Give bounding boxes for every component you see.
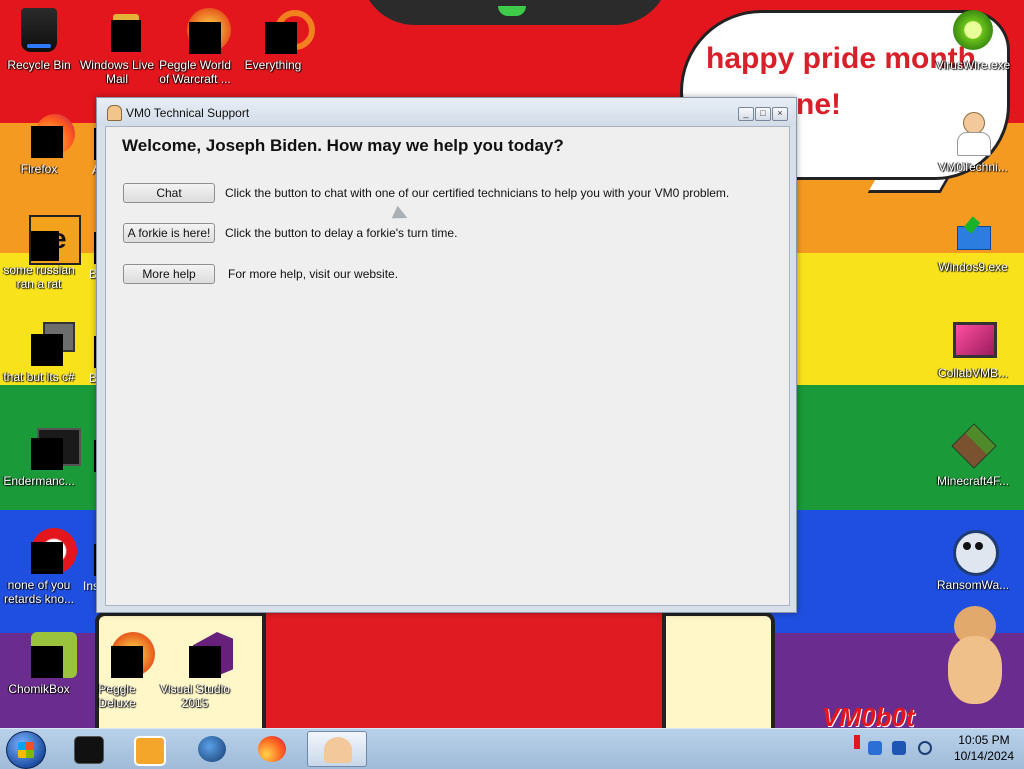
- desktop-icon-peggle-deluxe[interactable]: Peggle Deluxe: [78, 632, 156, 710]
- desktop-icon-chomikbox[interactable]: ChomikBox: [0, 632, 78, 696]
- desktop-icon-firefox[interactable]: Firefox: [0, 112, 78, 176]
- more-help-description: For more help, visit our website.: [228, 267, 399, 281]
- start-button[interactable]: [6, 731, 46, 769]
- support-window: VM0 Technical Support _ □ × Welcome, Jos…: [96, 97, 797, 613]
- clock-date: 10/14/2024: [953, 749, 1014, 763]
- skull-icon: [951, 528, 999, 576]
- minimize-button[interactable]: _: [738, 107, 754, 121]
- hamster-mascot: [944, 606, 1006, 706]
- taskbar: 10:05 PM 10/14/2024: [0, 728, 1024, 769]
- desktop-icon-windows-live-mail[interactable]: Windows Live Mail: [78, 8, 156, 86]
- maximize-button[interactable]: □: [755, 107, 771, 121]
- welcome-heading: Welcome, Joseph Biden. How may we help y…: [122, 136, 564, 155]
- app-icon: [17, 320, 75, 366]
- mail-icon: [97, 8, 141, 52]
- chat-button[interactable]: Chat: [123, 183, 215, 203]
- media-player-icon: [134, 736, 166, 766]
- desktop-icon-label: Windows Live Mail: [79, 58, 155, 86]
- recycle-bin-icon: [21, 8, 57, 52]
- desktop-icon-label: VM0Techni...: [938, 160, 1008, 174]
- desktop-icon-ransomware[interactable]: RansomWa...: [934, 528, 1012, 592]
- support-app-icon: [107, 105, 122, 121]
- windows-logo-icon: [18, 742, 34, 758]
- cartoon-shape-middle: [262, 612, 670, 728]
- tray-volume-icon[interactable]: [918, 741, 932, 755]
- desktop-icon-recycle-bin[interactable]: Recycle Bin: [0, 8, 78, 72]
- desktop-icon-label: Minecraft4F...: [936, 474, 1010, 488]
- desktop-icon-label: Endermanc...: [3, 474, 75, 488]
- taskbar-item-media-player[interactable]: [120, 731, 176, 767]
- forkie-button[interactable]: A forkie is here!: [123, 223, 215, 243]
- firefox-icon: [258, 736, 286, 762]
- support-icon: [324, 737, 352, 763]
- desktop-icon-label: CollabVMB...: [937, 366, 1009, 380]
- desktop-icon-label: some russian ran a rat: [3, 263, 75, 291]
- forkie-description: Click the button to delay a forkie's tur…: [225, 226, 458, 240]
- everything-icon: [251, 8, 315, 54]
- desktop-icon-label: Peggle Deluxe: [98, 682, 136, 710]
- window-titlebar[interactable]: VM0 Technical Support _ □ ×: [97, 98, 796, 126]
- desktop-icon-label: that but its c#: [3, 370, 75, 384]
- desktop-icon-russian-rat[interactable]: e some russian ran a rat: [0, 215, 81, 291]
- taskbar-item-globe[interactable]: [184, 731, 240, 767]
- window-title: VM0 Technical Support: [126, 106, 250, 120]
- desktop-icon-label: Everything: [244, 58, 302, 72]
- visual-studio-icon: [173, 632, 233, 678]
- desktop-icon-label: Windos9.exe: [938, 260, 1008, 274]
- window-client-area: Welcome, Joseph Biden. How may we help y…: [105, 126, 790, 606]
- desktop-icon-endermanch[interactable]: Endermanc...: [0, 424, 81, 488]
- desktop-icon-vm0-technical-support[interactable]: VM0Techni...: [934, 112, 1012, 174]
- desktop-icon-peggle-wow[interactable]: Peggle World of Warcraft ...: [156, 8, 234, 86]
- chomikbox-icon: [17, 632, 77, 678]
- desktop-icon-label: RansomWa...: [936, 578, 1010, 592]
- firefox-icon: [17, 112, 75, 158]
- terminal-icon: [74, 736, 104, 764]
- taskbar-item-firefox[interactable]: [244, 731, 300, 767]
- peggle-icon: [95, 632, 155, 678]
- peggle-icon: [173, 8, 231, 54]
- app-icon: [17, 424, 81, 470]
- speech-bubble-line2: ne!: [796, 88, 841, 121]
- support-icon: [953, 112, 993, 156]
- desktop-icon-label: Firefox: [20, 162, 58, 176]
- desktop-icon-label: ChomikBox: [8, 682, 70, 696]
- taskbar-item-vm0-support[interactable]: [307, 731, 367, 767]
- app-icon: e: [17, 215, 81, 265]
- tray-app-icon[interactable]: [868, 741, 882, 755]
- desktop-icon-visual-studio[interactable]: Visual Studio 2015: [156, 632, 234, 710]
- system-tray: 10:05 PM 10/14/2024: [840, 729, 1024, 769]
- desktop-icon-viruswire[interactable]: VirusWire.exe: [934, 10, 1012, 72]
- desktop-icon-none-of-you[interactable]: none of you retards kno...: [0, 528, 78, 606]
- more-help-button[interactable]: More help: [123, 264, 215, 284]
- globe-icon: [198, 736, 226, 762]
- monitor-icon: [951, 320, 997, 360]
- desktop-icon-that-but-csharp[interactable]: that but its c#: [0, 320, 78, 384]
- clock-time: 10:05 PM: [958, 733, 1010, 747]
- taskbar-item-terminal[interactable]: [60, 731, 116, 767]
- desktop-icon-label: VirusWire.exe: [935, 58, 1011, 72]
- tray-network-icon[interactable]: [892, 741, 906, 755]
- desktop-icon-collabvm[interactable]: CollabVMB...: [934, 320, 1012, 380]
- taskbar-clock[interactable]: 10:05 PM 10/14/2024: [954, 732, 1014, 764]
- cartoon-shape-right: [662, 612, 775, 736]
- lime-icon: [953, 10, 993, 50]
- desktop-icon-minecraft[interactable]: Minecraft4F...: [934, 423, 1012, 488]
- app-icon: [17, 528, 77, 574]
- minecraft-icon: [951, 423, 997, 469]
- tray-flag-icon[interactable]: [854, 735, 860, 749]
- chat-description: Click the button to chat with one of our…: [225, 186, 730, 200]
- desktop-icon-windos9[interactable]: Windos9.exe: [934, 216, 1012, 274]
- installer-icon: [955, 216, 991, 252]
- desktop-icon-label: Peggle World of Warcraft ...: [159, 58, 231, 86]
- desktop-icon-label: Visual Studio 2015: [160, 682, 230, 710]
- desktop-icon-label: none of you retards kno...: [3, 578, 75, 606]
- close-button[interactable]: ×: [772, 107, 788, 121]
- desktop-icon-label: Recycle Bin: [7, 58, 71, 72]
- desktop-icon-everything[interactable]: Everything: [234, 8, 315, 72]
